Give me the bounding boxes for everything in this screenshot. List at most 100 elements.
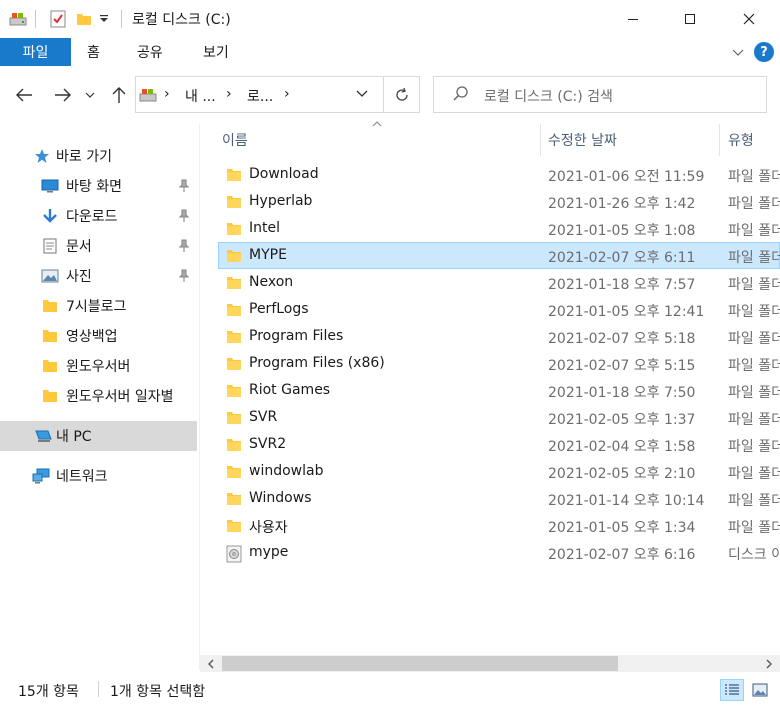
sidebar-item-this-pc[interactable]: 내 PC <box>0 421 197 451</box>
file-date: 2021-02-07 오후 6:16 <box>548 547 696 563</box>
sidebar-item-quick-access[interactable]: 바로 가기 <box>0 141 197 171</box>
pin-icon[interactable] <box>178 269 190 287</box>
refresh-button[interactable] <box>383 77 420 112</box>
file-name: mype <box>249 544 289 560</box>
sidebar-item-documents[interactable]: 문서 <box>0 231 197 261</box>
ribbon: 파일 홈 공유 보기 ? <box>0 38 780 67</box>
file-row[interactable]: Intel 2021-01-05 오후 1:08 파일 폴더 <box>218 215 780 242</box>
pin-icon[interactable] <box>178 179 190 197</box>
sidebar-item-pictures[interactable]: 사진 <box>0 261 197 291</box>
file-row[interactable]: windowlab 2021-02-05 오후 2:10 파일 폴더 <box>218 458 780 485</box>
details-view-button[interactable] <box>720 679 744 701</box>
column-header-name[interactable]: 이름 <box>222 124 248 156</box>
file-row[interactable]: 사용자 2021-01-05 오후 1:34 파일 폴더 <box>218 512 780 539</box>
sidebar-item-video-backup[interactable]: 영상백업 <box>0 321 197 351</box>
large-icons-view-button[interactable] <box>748 679 772 701</box>
file-row[interactable]: Program Files (x86) 2021-02-07 오후 5:15 파일 … <box>218 350 780 377</box>
address-bar[interactable]: › 내 ... › 로... › <box>135 76 420 113</box>
file-date: 2021-01-05 오후 1:34 <box>548 520 696 536</box>
file-type: 파일 폴더 <box>728 304 780 320</box>
tab-home[interactable]: 홈 <box>87 38 100 66</box>
star-icon <box>33 147 51 165</box>
file-date: 2021-01-05 오후 12:41 <box>548 304 705 320</box>
address-history-button[interactable] <box>355 86 369 104</box>
file-date: 2021-01-26 오후 1:42 <box>548 196 696 212</box>
folder-icon <box>226 194 242 214</box>
file-type: 파일 폴더 <box>728 439 780 455</box>
close-button[interactable] <box>720 0 778 38</box>
folder-icon <box>41 327 59 345</box>
file-type: 파일 폴더 <box>728 493 780 509</box>
file-row[interactable]: SVR2 2021-02-04 오후 1:58 파일 폴더 <box>218 431 780 458</box>
picture-icon <box>41 267 59 285</box>
file-row[interactable]: mype 2021-02-07 오후 6:16 디스크 이미지 파일 <box>218 539 780 566</box>
file-type: 파일 폴더 <box>728 385 780 401</box>
pin-icon[interactable] <box>178 239 190 257</box>
breadcrumb-separator-icon[interactable]: › <box>164 86 170 102</box>
file-row[interactable]: MYPE 2021-02-07 오후 6:11 파일 폴더 <box>218 242 780 269</box>
arrow-up-icon <box>112 87 126 103</box>
file-date: 2021-01-18 오후 7:50 <box>548 385 696 401</box>
title-separator <box>35 10 36 28</box>
maximize-button[interactable] <box>661 0 719 38</box>
folder-icon <box>226 464 242 484</box>
column-header-type[interactable]: 유형 <box>728 124 754 156</box>
pin-icon[interactable] <box>178 209 190 227</box>
file-date: 2021-01-05 오후 1:08 <box>548 223 696 239</box>
details-view-icon <box>725 684 739 695</box>
back-button[interactable] <box>11 80 37 110</box>
properties-icon[interactable] <box>48 9 68 29</box>
file-row[interactable]: Hyperlab 2021-01-26 오후 1:42 파일 폴더 <box>218 188 780 215</box>
folder-icon <box>226 437 242 457</box>
sidebar-item-7sinblog[interactable]: 7시블로그 <box>0 291 197 321</box>
sidebar-item-network[interactable]: 네트워크 <box>0 461 197 491</box>
breadcrumb-local-disk[interactable]: 로... <box>247 86 273 106</box>
file-name: Windows <box>249 490 312 506</box>
sidebar-item-windows-server[interactable]: 윈도우서버 <box>0 351 197 381</box>
file-name: 사용자 <box>249 520 288 536</box>
folder-icon <box>41 387 59 405</box>
tab-file[interactable]: 파일 <box>0 38 71 66</box>
file-row[interactable]: Download 2021-01-06 오전 11:59 파일 폴더 <box>218 161 780 188</box>
scroll-left-icon[interactable] <box>202 656 219 671</box>
search-placeholder: 로컬 디스크 (C:) 검색 <box>484 89 613 105</box>
close-icon <box>743 13 755 25</box>
column-divider[interactable] <box>540 124 541 156</box>
breadcrumb-separator-icon[interactable]: › <box>226 86 232 102</box>
file-type: 파일 폴더 <box>728 277 780 293</box>
help-icon[interactable]: ? <box>754 42 774 62</box>
up-button[interactable] <box>106 80 132 110</box>
sidebar-item-windows-server-daily[interactable]: 윈도우서버 일자별 <box>0 381 197 411</box>
column-divider[interactable] <box>719 124 720 156</box>
drive-icon[interactable] <box>8 9 28 29</box>
file-row[interactable]: Nexon 2021-01-18 오후 7:57 파일 폴더 <box>218 269 780 296</box>
recent-locations-button[interactable] <box>81 80 99 110</box>
file-row[interactable]: Windows 2021-01-14 오후 10:14 파일 폴더 <box>218 485 780 512</box>
sidebar-item-desktop[interactable]: 바탕 화면 <box>0 171 197 201</box>
minimize-button[interactable] <box>604 0 662 38</box>
tab-share[interactable]: 공유 <box>137 38 163 66</box>
search-input[interactable]: 로컬 디스크 (C:) 검색 <box>433 76 767 113</box>
breadcrumb-this-pc[interactable]: 내 ... <box>185 86 216 106</box>
file-row[interactable]: Program Files 2021-02-07 오후 5:18 파일 폴더 <box>218 323 780 350</box>
column-header-date[interactable]: 수정한 날짜 <box>548 124 617 156</box>
sidebar-item-downloads[interactable]: 다운로드 <box>0 201 197 231</box>
scrollbar-thumb[interactable] <box>222 656 618 671</box>
selected-count: 1개 항목 선택함 <box>110 684 206 700</box>
tab-view[interactable]: 보기 <box>203 38 229 66</box>
horizontal-scrollbar[interactable] <box>200 655 780 672</box>
new-folder-icon[interactable] <box>74 9 94 29</box>
refresh-icon <box>396 87 408 101</box>
file-row[interactable]: SVR 2021-02-05 오후 1:37 파일 폴더 <box>218 404 780 431</box>
expand-ribbon-icon[interactable] <box>730 44 746 64</box>
status-bar: 15개 항목 1개 항목 선택함 <box>0 673 780 705</box>
scroll-right-icon[interactable] <box>760 656 777 671</box>
window-title: 로컬 디스크 (C:) <box>132 12 231 28</box>
breadcrumb-separator-icon[interactable]: › <box>284 86 290 102</box>
forward-button[interactable] <box>50 80 76 110</box>
file-row[interactable]: PerfLogs 2021-01-05 오후 12:41 파일 폴더 <box>218 296 780 323</box>
maximize-icon <box>685 14 695 24</box>
file-date: 2021-01-18 오후 7:57 <box>548 277 696 293</box>
customize-toolbar-icon[interactable] <box>97 9 111 29</box>
file-row[interactable]: Riot Games 2021-01-18 오후 7:50 파일 폴더 <box>218 377 780 404</box>
